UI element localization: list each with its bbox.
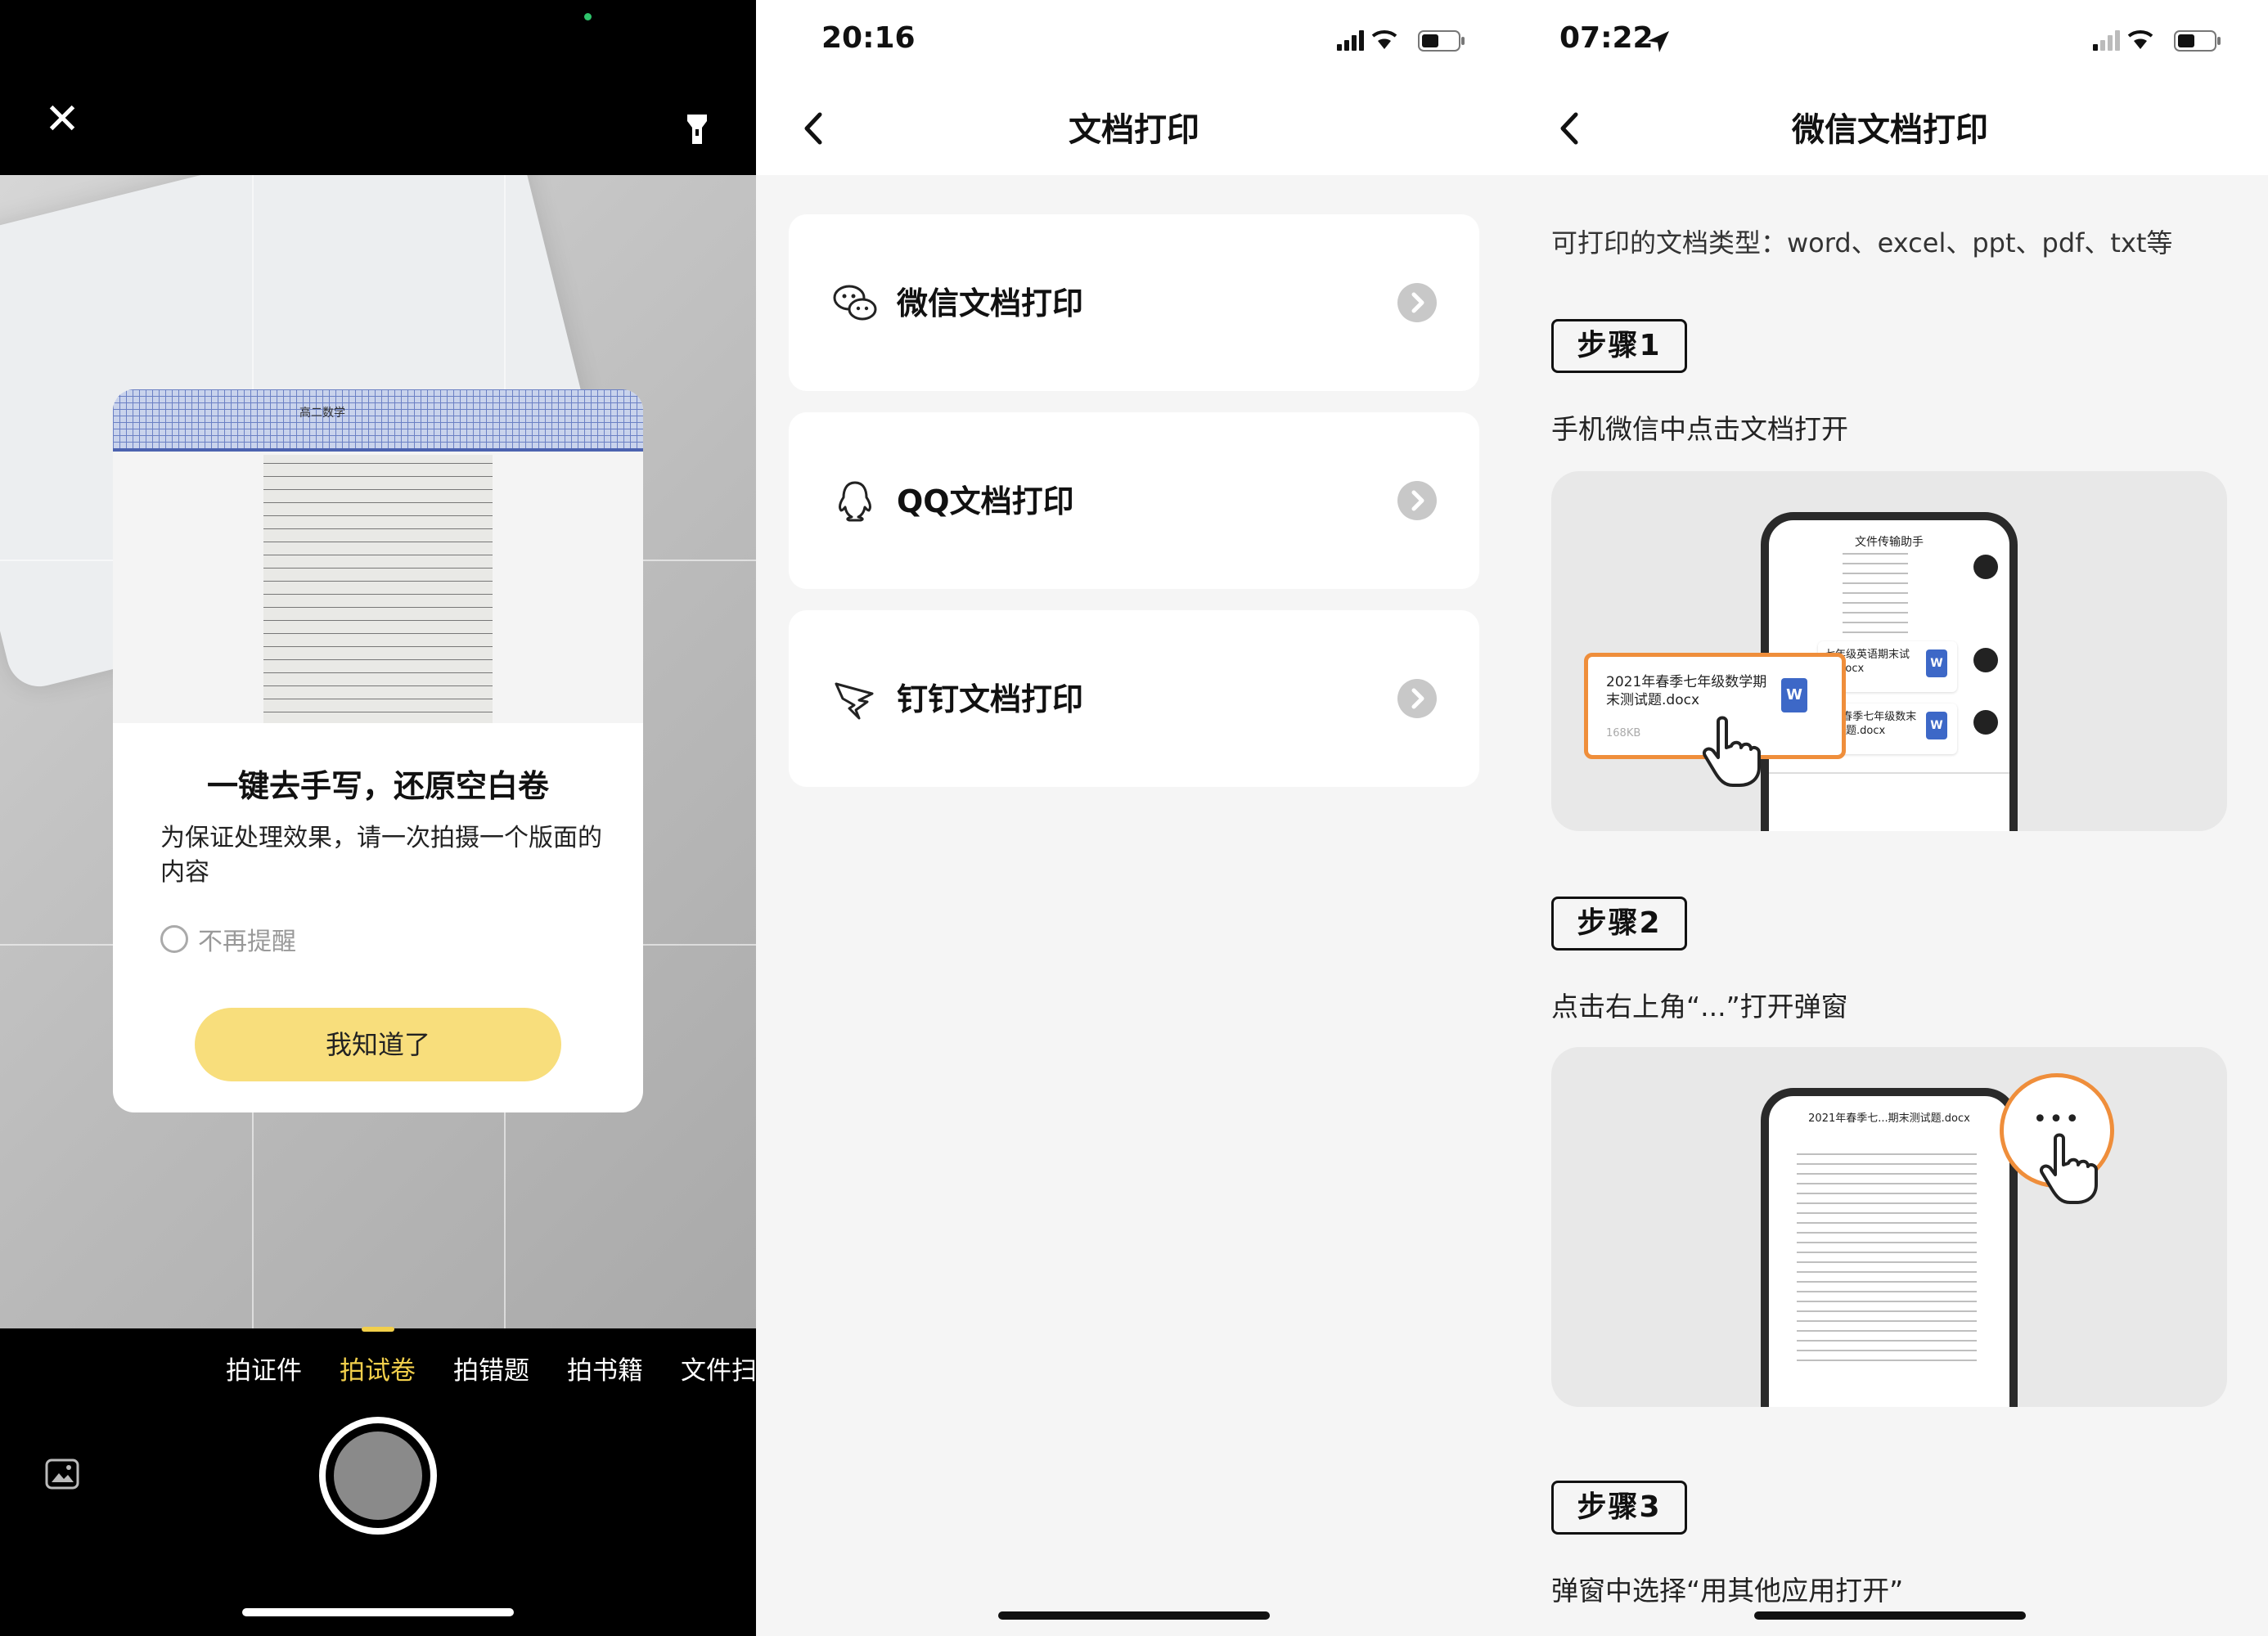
qq-icon	[839, 481, 871, 522]
menu-label: QQ文档打印	[897, 483, 1074, 519]
word-file-icon: W	[1926, 649, 1947, 677]
chevron-right-icon	[1397, 679, 1437, 718]
exam-paper-photo	[263, 455, 493, 723]
step-description: 点击右上角“...”打开弹窗	[1551, 991, 1848, 1022]
avatar	[1973, 648, 1998, 672]
menu-label: 微信文档打印	[897, 285, 1084, 321]
document-content	[1797, 1153, 1977, 1366]
status-bar: 07:22	[1512, 0, 2268, 82]
camera-indicator-dot	[584, 13, 592, 20]
active-mode-indicator	[362, 1327, 394, 1332]
supported-types-text: 可打印的文档类型：word、excel、ppt、pdf、txt等	[1551, 227, 2173, 258]
status-time: 07:22	[1559, 21, 1654, 55]
mode-id-card[interactable]: 拍证件	[226, 1350, 302, 1387]
nav-bar: 文档打印	[756, 82, 1512, 175]
step-badge: 步骤3	[1551, 1481, 1687, 1535]
nav-bar: 微信文档打印	[1512, 82, 2268, 175]
phone-mockup: 2021年春季七...期末测试题.docx	[1761, 1088, 2018, 1407]
dingtalk-icon	[835, 682, 874, 720]
checkbox-label: 不再提醒	[198, 928, 296, 956]
preview-paper-title: 高二数学	[299, 407, 345, 420]
step-description: 弹窗中选择“用其他应用打开”	[1551, 1575, 1904, 1607]
status-icons	[1337, 29, 1465, 52]
menu-item-qq[interactable]: QQ文档打印	[789, 412, 1479, 589]
status-icons	[2093, 29, 2221, 52]
menu-item-wechat[interactable]: 微信文档打印	[789, 214, 1479, 391]
home-indicator	[1754, 1611, 2026, 1620]
more-dots-icon: •••	[2032, 1105, 2081, 1134]
phone-doc-title: 2021年春季七...期末测试题.docx	[1808, 1112, 1970, 1125]
hand-pointer-icon	[2040, 1133, 2098, 1204]
page-title: 文档打印	[1069, 111, 1199, 149]
wechat-print-panel: 07:22 微信文档打印 可打印的文档类型：word、excel、ppt、pdf…	[1512, 0, 2268, 1636]
mode-file-scan[interactable]: 文件扫	[681, 1350, 756, 1387]
word-file-icon: W	[1926, 712, 1947, 739]
dialog-body: 为保证处理效果，请一次拍摄一个版面的内容	[160, 824, 602, 887]
avatar	[1973, 710, 1998, 735]
step2-illustration: 2021年春季七...期末测试题.docx •••	[1551, 1047, 2227, 1407]
status-bar: 20:16	[756, 0, 1512, 82]
wechat-icon	[833, 285, 877, 321]
file-size: 168KB	[1606, 727, 1641, 739]
step-description: 手机微信中点击文档打开	[1551, 413, 1848, 445]
radio-circle-icon[interactable]	[160, 925, 188, 953]
preview-header-band	[113, 389, 643, 452]
avatar	[1973, 555, 1998, 579]
dont-remind-checkbox[interactable]: 不再提醒	[160, 921, 296, 957]
camera-top-bar: ✕	[0, 0, 756, 175]
input-divider	[1769, 772, 2009, 774]
status-time: 20:16	[821, 21, 916, 55]
menu-label: 钉钉文档打印	[897, 681, 1084, 717]
gallery-icon[interactable]	[44, 1458, 80, 1490]
dialog-title: 一键去手写，还原空白卷	[206, 768, 549, 804]
phone-chat-title: 文件传输助手	[1855, 536, 1924, 549]
page-title: 微信文档打印	[1792, 111, 1988, 149]
doc-thumbnail	[1843, 553, 1908, 635]
chevron-right-icon	[1397, 481, 1437, 520]
menu-item-dingtalk[interactable]: 钉钉文档打印	[789, 610, 1479, 787]
mode-wrong-question[interactable]: 拍错题	[453, 1350, 529, 1387]
home-indicator	[242, 1608, 514, 1616]
shutter-inner[interactable]	[334, 1432, 422, 1520]
exam-preview-image: 高二数学	[113, 389, 643, 723]
tip-dialog: 高二数学 一键去手写，还原空白卷 为保证处理效果，请一次拍摄一个版面的内容 不再…	[113, 389, 643, 1112]
location-arrow-icon	[1648, 31, 1669, 52]
camera-panel: ✕ 高二数学 一键去手写，还原空白卷 为保证处理效果，请一次拍摄一个版面的内容 …	[0, 0, 756, 1636]
close-icon[interactable]: ✕	[39, 97, 85, 142]
home-indicator	[998, 1611, 1270, 1620]
hand-pointer-icon	[1703, 716, 1761, 787]
step1-illustration: 文件传输助手 七年级英语期末试题.docx W 1年春季七年级数末测试题.doc…	[1551, 471, 2227, 831]
mode-selector: 拍证件 拍试卷 拍错题 拍书籍 文件扫	[226, 1350, 756, 1387]
step-badge: 步骤1	[1551, 319, 1687, 373]
highlighted-file-name: 2021年春季七年级数学期末测试题.docx	[1606, 674, 1767, 708]
word-file-icon: W	[1781, 678, 1807, 712]
confirm-button[interactable]: 我知道了	[195, 1008, 561, 1081]
chevron-right-icon	[1397, 283, 1437, 322]
step-badge: 步骤2	[1551, 897, 1687, 951]
mode-exam-paper[interactable]: 拍试卷	[340, 1350, 416, 1387]
doc-print-panel: 20:16 文档打印 微信文档打印 QQ文档打印 钉钉文档打印	[756, 0, 1512, 1636]
flashlight-icon[interactable]	[681, 111, 713, 147]
mode-book[interactable]: 拍书籍	[567, 1350, 643, 1387]
shutter-button[interactable]	[319, 1417, 437, 1535]
